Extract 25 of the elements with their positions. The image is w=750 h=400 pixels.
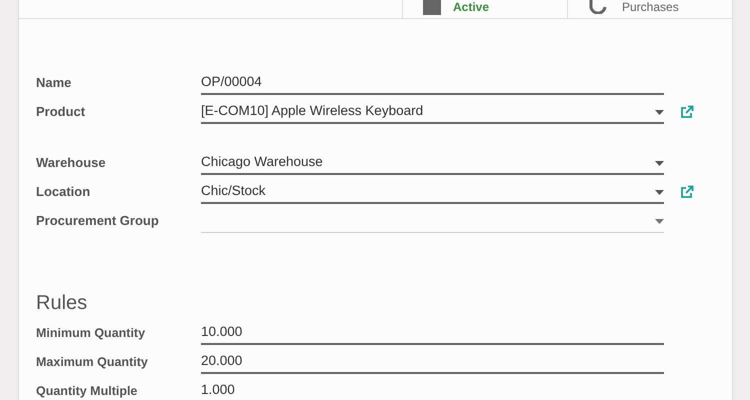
external-link-icon[interactable] [680,185,694,199]
input-field[interactable]: 1.000 [201,381,664,400]
field-label: Warehouse [36,155,107,172]
stat-button[interactable]: Active [402,0,567,18]
field-label: Quantity Multiple [36,384,138,400]
dropdown-caret-icon[interactable] [655,219,664,224]
stat-button[interactable]: Purchases [567,0,732,18]
dropdown-field[interactable]: [E-COM10] Apple Wireless Keyboard [201,102,664,124]
dropdown-caret-icon[interactable] [655,190,664,194]
input-field[interactable]: 20.000 [201,352,664,374]
section-heading: Rules [36,292,88,315]
refresh-icon [588,0,608,14]
field-label: Procurement Group [36,213,160,230]
field-label: Location [36,184,92,201]
dropdown-caret-icon[interactable] [655,110,664,114]
field-label: Minimum Quantity [36,326,146,342]
field-label: Maximum Quantity [36,355,149,371]
input-field[interactable]: 10.000 [201,323,664,345]
external-link-icon[interactable] [680,105,694,119]
dropdown-field[interactable]: Chic/Stock [201,182,664,204]
dropdown-caret-icon[interactable] [655,160,664,166]
field-label: Name [36,75,72,92]
field-label: Product [36,104,86,121]
dropdown-field[interactable]: Chicago Warehouse [201,153,664,175]
input-field[interactable]: OP/00004 [201,73,664,95]
